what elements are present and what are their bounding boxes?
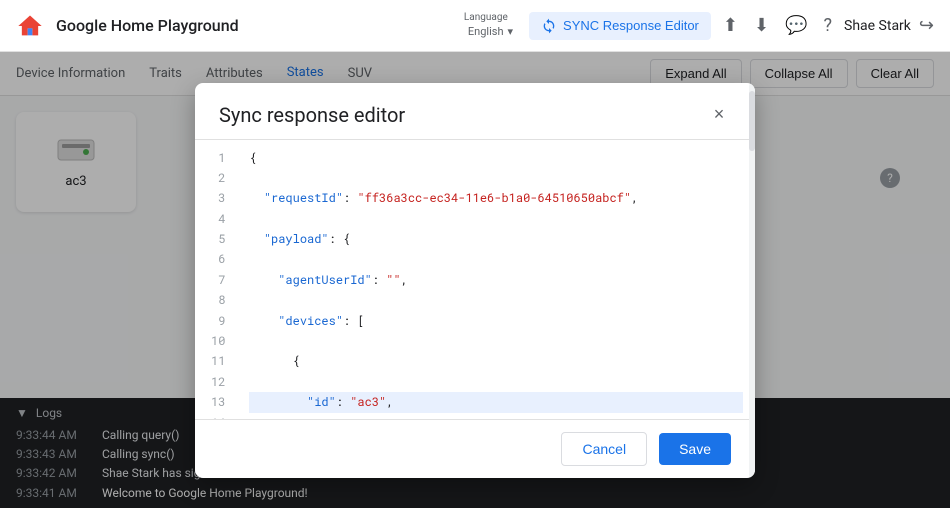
modal-close-button[interactable]: × <box>707 103 731 127</box>
line-numbers: 12345 678910 1112131415 16 <box>195 140 237 419</box>
language-value: English <box>468 25 504 38</box>
sync-btn-label: SYNC Response Editor <box>563 18 699 33</box>
chevron-down-icon: ▾ <box>508 25 514 38</box>
signout-icon[interactable]: ↪ <box>919 15 934 36</box>
home-icon <box>16 12 44 40</box>
main-area: Device Information Traits Attributes Sta… <box>0 52 950 508</box>
modal-body[interactable]: 12345 678910 1112131415 16 { "requestId"… <box>195 139 755 419</box>
download-icon[interactable]: ⬇ <box>754 15 769 36</box>
modal-footer: Cancel Save <box>195 419 755 478</box>
user-info: Shae Stark ↪ <box>844 15 934 36</box>
user-name: Shae Stark <box>844 18 911 34</box>
app-title: Google Home Playground <box>56 16 239 35</box>
sync-response-editor-button[interactable]: SYNC Response Editor <box>529 12 711 40</box>
code-content[interactable]: { "requestId": "ff36a3cc-ec34-11e6-b1a0-… <box>237 140 755 419</box>
modal-header: Sync response editor × <box>195 83 755 139</box>
modal-overlay: Sync response editor × 12345 678910 1112… <box>0 52 950 508</box>
cancel-button[interactable]: Cancel <box>561 432 647 466</box>
app-logo <box>16 12 44 40</box>
feedback-icon[interactable]: 💬 <box>785 15 807 36</box>
language-selector[interactable]: Language English ▾ <box>464 12 517 40</box>
modal-title: Sync response editor <box>219 103 405 127</box>
topbar: Google Home Playground Language English … <box>0 0 950 52</box>
help-icon[interactable]: ? <box>824 15 833 36</box>
scrollbar-thumb <box>749 139 755 151</box>
scrollbar-track <box>749 139 755 419</box>
upload-icon[interactable]: ⬆ <box>723 15 738 36</box>
language-dropdown[interactable]: English ▾ <box>464 23 517 40</box>
code-area: 12345 678910 1112131415 16 { "requestId"… <box>195 140 755 419</box>
save-button[interactable]: Save <box>659 433 731 465</box>
sync-response-editor-modal: Sync response editor × 12345 678910 1112… <box>195 83 755 478</box>
sync-icon <box>541 18 557 34</box>
topbar-icons: ⬆ ⬇ 💬 ? <box>723 15 832 36</box>
language-label: Language <box>464 12 508 23</box>
